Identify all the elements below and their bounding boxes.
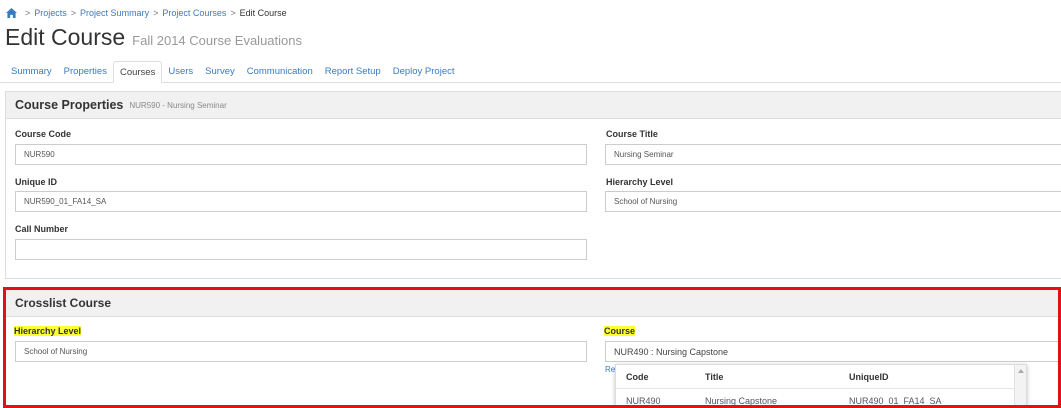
breadcrumb-separator: > [70, 8, 77, 18]
course-title-label: Course Title [606, 129, 658, 139]
breadcrumb-project-summary-link[interactable]: Project Summary [80, 8, 149, 18]
tab-users[interactable]: Users [162, 61, 199, 83]
tab-summary[interactable]: Summary [5, 61, 58, 83]
breadcrumb-separator: > [230, 8, 236, 18]
tab-deploy-project[interactable]: Deploy Project [387, 61, 461, 83]
breadcrumb-separator: > [153, 8, 159, 18]
tab-report-setup[interactable]: Report Setup [319, 61, 387, 83]
course-properties-title: Course Properties [15, 98, 124, 112]
hierarchy-level-field[interactable]: School of Nursing [605, 191, 1061, 212]
page-title: Edit Course Fall 2014 Course Evaluations [5, 24, 302, 52]
annotation-highlight-box [3, 287, 1061, 408]
call-number-label: Call Number [15, 224, 69, 234]
tab-courses[interactable]: Courses [112, 61, 163, 83]
breadcrumb-current: Edit Course [239, 8, 287, 18]
tab-bar: Summary Properties Courses Users Survey … [0, 61, 1061, 83]
page-title-text: Edit Course [5, 24, 126, 50]
unique-id-label: Unique ID [15, 177, 57, 187]
course-code-label: Course Code [15, 129, 72, 139]
tab-survey[interactable]: Survey [199, 61, 241, 83]
page-subtitle: Fall 2014 Course Evaluations [132, 33, 302, 48]
tab-properties[interactable]: Properties [58, 61, 113, 83]
course-title-input[interactable]: Nursing Seminar [605, 144, 1061, 165]
call-number-input[interactable] [15, 239, 587, 260]
unique-id-input[interactable]: NUR590_01_FA14_SA [15, 191, 587, 212]
course-properties-header: Course Properties NUR590 - Nursing Semin… [6, 92, 1061, 119]
breadcrumb-separator: > [25, 8, 31, 18]
course-properties-subtitle: NUR590 - Nursing Seminar [129, 100, 227, 110]
home-icon[interactable] [6, 8, 17, 18]
course-code-input[interactable]: NUR590 [15, 144, 587, 165]
hierarchy-level-label: Hierarchy Level [606, 177, 674, 187]
breadcrumb-project-courses-link[interactable]: Project Courses [162, 8, 226, 18]
breadcrumb-projects-link[interactable]: Projects [34, 8, 67, 18]
tab-communication[interactable]: Communication [241, 61, 319, 83]
breadcrumb: > Projects > Project Summary > Project C… [6, 6, 287, 20]
